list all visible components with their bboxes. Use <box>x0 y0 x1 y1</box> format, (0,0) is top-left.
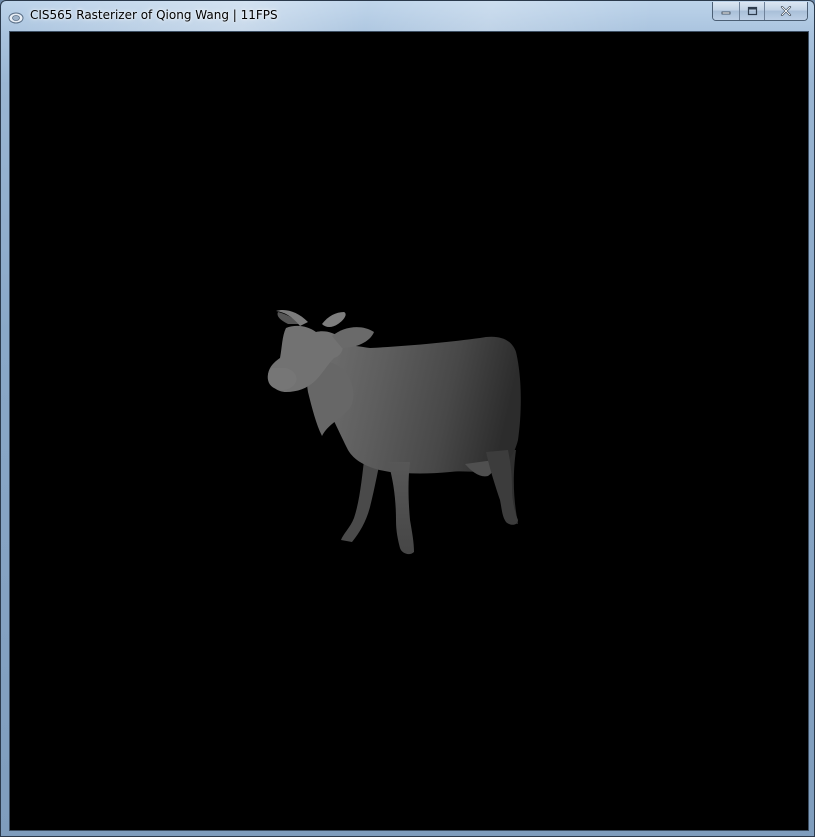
minimize-icon <box>721 11 731 15</box>
caption-buttons <box>712 2 808 21</box>
maximize-icon <box>747 6 757 16</box>
app-window-icon[interactable] <box>8 9 24 24</box>
close-icon <box>780 6 792 16</box>
render-viewport[interactable] <box>9 31 809 831</box>
application-window: CIS565 Rasterizer of Qiong Wang | 11FPS <box>0 0 815 837</box>
cow-muzzle <box>267 368 297 390</box>
minimize-button[interactable] <box>713 2 739 20</box>
maximize-button[interactable] <box>739 2 764 20</box>
close-button[interactable] <box>764 2 807 20</box>
title-bar[interactable]: CIS565 Rasterizer of Qiong Wang | 11FPS <box>1 1 814 31</box>
rendered-scene <box>10 32 808 830</box>
window-title: CIS565 Rasterizer of Qiong Wang | 11FPS <box>30 8 278 22</box>
